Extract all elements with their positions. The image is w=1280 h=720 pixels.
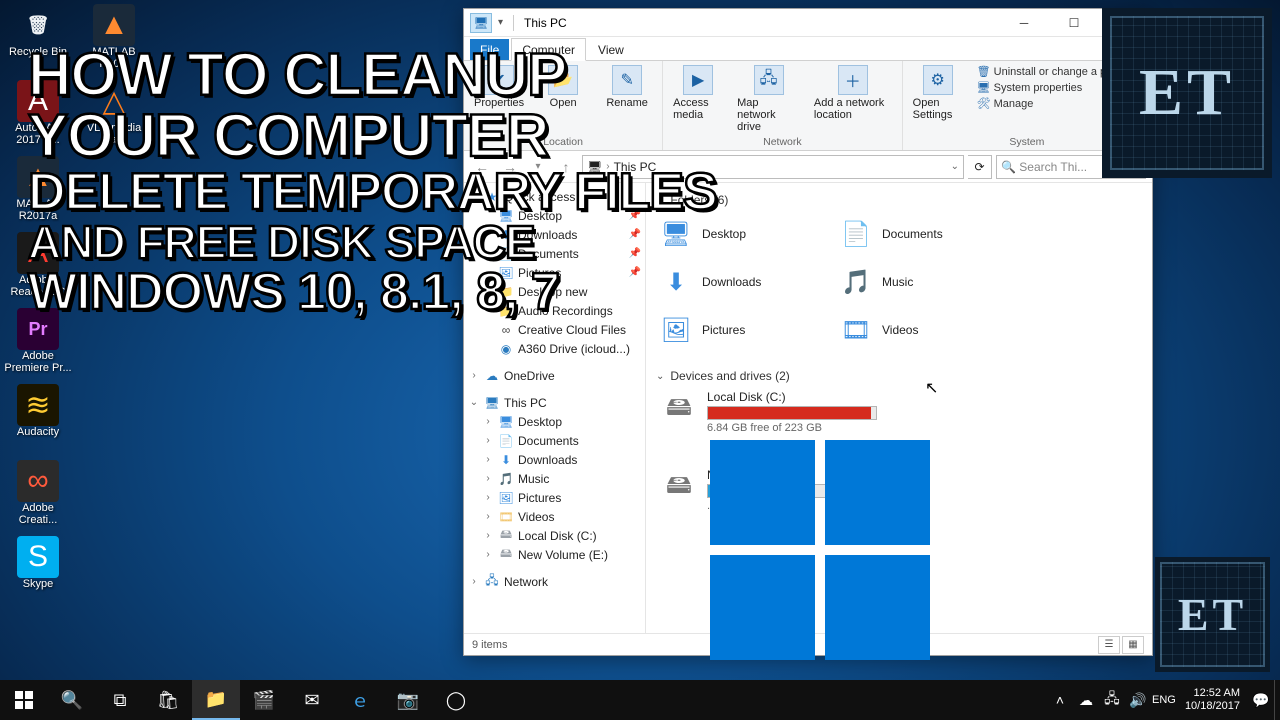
nav-creative-cloud[interactable]: ∞Creative Cloud Files: [464, 320, 645, 339]
taskbar-file-explorer[interactable]: 📁: [192, 680, 240, 720]
taskbar-edge[interactable]: ｅ: [336, 680, 384, 720]
tray-clock[interactable]: 12:52 AM 10/18/2017: [1177, 687, 1248, 712]
nav-pc-downloads[interactable]: ›⬇Downloads: [464, 450, 645, 469]
nav-volume-e[interactable]: ›🖴New Volume (E:): [464, 545, 645, 564]
drive-label: Local Disk (C:): [707, 390, 877, 404]
window-title: This PC: [524, 16, 567, 30]
app-icon: 🗑: [17, 4, 59, 46]
taskbar-obs[interactable]: ◯: [432, 680, 480, 720]
tray-network-icon[interactable]: 🖧: [1099, 680, 1125, 720]
desktop-icon-label: Skype: [2, 578, 74, 590]
view-details-button[interactable]: ☰: [1098, 636, 1120, 654]
desktop-icon[interactable]: ≋Audacity: [2, 382, 74, 456]
system-tray: ˄ ☁ 🖧 🔊 ENG 12:52 AM 10/18/2017 💬: [1047, 680, 1280, 720]
nav-network[interactable]: ›🖧Network: [464, 572, 645, 591]
app-icon: S: [17, 536, 59, 578]
app-icon: ∞: [17, 460, 59, 502]
show-desktop-button[interactable]: [1274, 680, 1280, 720]
taskbar-store[interactable]: 🛍: [144, 680, 192, 720]
nav-this-pc[interactable]: ⌄🖥This PC: [464, 393, 645, 412]
search-button[interactable]: 🔍: [48, 680, 96, 720]
nav-pc-videos[interactable]: ›🎞Videos: [464, 507, 645, 526]
nav-onedrive[interactable]: ›☁OneDrive: [464, 366, 645, 385]
maximize-button[interactable]: ☐: [1052, 9, 1096, 37]
taskbar-mail[interactable]: ✉: [288, 680, 336, 720]
nav-a360[interactable]: ◉A360 Drive (icloud...): [464, 339, 645, 358]
video-title-overlay: HOW TO CLEANUP YOUR COMPUTER DELETE TEMP…: [28, 44, 1260, 319]
task-view-button[interactable]: ⧉: [96, 680, 144, 720]
status-item-count: 9 items: [472, 639, 507, 651]
window-titlebar[interactable]: 🖥 ▾ This PC ─ ☐ ✕: [464, 9, 1152, 37]
folder-label: Pictures: [702, 323, 745, 337]
windows-logo: [710, 440, 930, 660]
action-center-icon[interactable]: 💬: [1248, 680, 1274, 720]
view-tiles-button[interactable]: ▦: [1122, 636, 1144, 654]
start-button[interactable]: [0, 680, 48, 720]
tray-language-icon[interactable]: ENG: [1151, 680, 1177, 720]
nav-pc-desktop[interactable]: ›🖥Desktop: [464, 412, 645, 431]
nav-pc-pictures[interactable]: ›🖼Pictures: [464, 488, 645, 507]
folder-label: Videos: [882, 323, 918, 337]
desktop-icon[interactable]: SSkype: [2, 534, 74, 608]
drive-item[interactable]: 🖴 Local Disk (C:) 6.84 GB free of 223 GB: [656, 387, 886, 437]
app-icon: ≋: [17, 384, 59, 426]
channel-badge: ET: [1102, 8, 1272, 178]
channel-badge-small: ET: [1155, 557, 1270, 672]
taskbar: 🔍 ⧉ 🛍 📁 🎬 ✉ ｅ 📷 ◯ ˄ ☁ 🖧 🔊 ENG 12:52 AM 1…: [0, 680, 1280, 720]
desktop-icon[interactable]: ∞Adobe Creati...: [2, 458, 74, 532]
nav-pc-music[interactable]: ›🎵Music: [464, 469, 645, 488]
tray-cloud-icon[interactable]: ☁: [1073, 680, 1099, 720]
desktop-icon-label: Adobe Creati...: [2, 502, 74, 526]
taskbar-movies[interactable]: 🎬: [240, 680, 288, 720]
app-icon: ▲: [93, 4, 135, 46]
nav-pc-documents[interactable]: ›📄Documents: [464, 431, 645, 450]
taskbar-camera[interactable]: 📷: [384, 680, 432, 720]
desktop-icon-label: Adobe Premiere Pr...: [2, 350, 74, 374]
drive-usage-bar: [707, 406, 877, 420]
explorer-icon: 🖥: [470, 13, 492, 33]
nav-local-disk-c[interactable]: ›🖴Local Disk (C:): [464, 526, 645, 545]
tray-volume-icon[interactable]: 🔊: [1125, 680, 1151, 720]
desktop-icon-label: Audacity: [2, 426, 74, 438]
tray-overflow-icon[interactable]: ˄: [1047, 680, 1073, 720]
quick-access-toolbar-icon[interactable]: ▾: [498, 17, 503, 28]
drive-sub-label: 6.84 GB free of 223 GB: [707, 422, 877, 434]
drive-icon: 🖴: [659, 390, 699, 430]
drive-icon: 🖴: [659, 468, 699, 508]
drives-header[interactable]: ⌄Devices and drives (2): [656, 365, 1142, 387]
minimize-button[interactable]: ─: [1002, 9, 1046, 37]
